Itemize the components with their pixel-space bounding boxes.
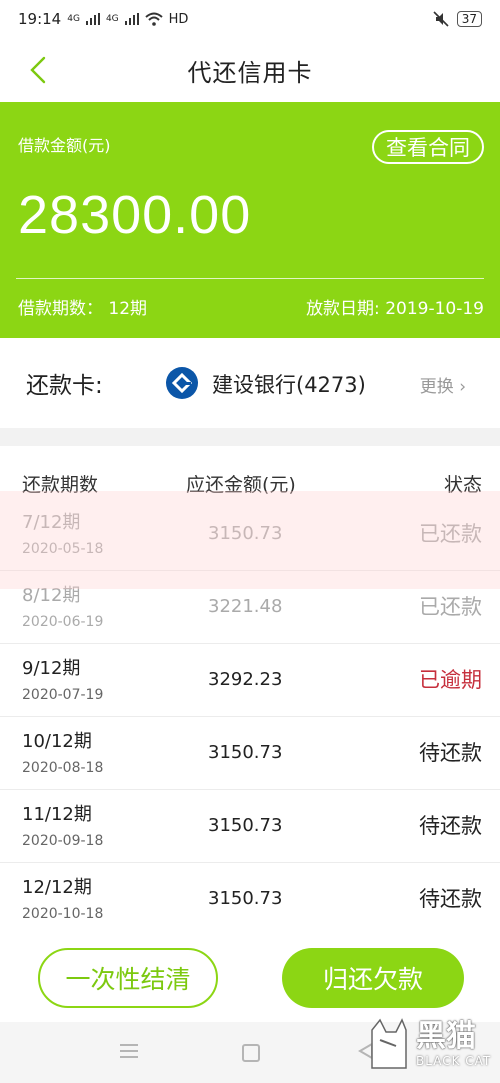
- cat-logo-icon: [371, 1018, 407, 1069]
- repayment-schedule: 还款期数 应还金额(元) 状态 7/12期 2020-05-18 3150.73…: [0, 446, 500, 936]
- loan-amount: 28300.00: [18, 185, 252, 245]
- bank-name: 建设银行(4273): [212, 373, 366, 397]
- header-amount: 应还金额(元): [186, 474, 296, 496]
- wifi-icon: [144, 12, 163, 26]
- table-row[interactable]: 10/12期 2020-08-18 3150.73 待还款: [0, 717, 500, 790]
- signal-icon: [85, 13, 100, 25]
- row-status: 待还款: [419, 814, 482, 838]
- watermark-cn: 黑猫: [416, 1019, 476, 1054]
- bottom-action-bar: 一次性结清 归还欠款: [0, 932, 500, 1022]
- row-date: 2020-09-18: [22, 833, 104, 849]
- chevron-left-icon: [30, 56, 46, 84]
- header-status: 状态: [443, 474, 482, 496]
- status-time: 19:14: [18, 10, 62, 28]
- back-button[interactable]: [20, 52, 56, 88]
- repay-button[interactable]: 归还欠款: [282, 948, 464, 1008]
- row-period: 8/12期: [22, 585, 81, 606]
- watermark-en: BLACK CAT: [416, 1054, 492, 1068]
- row-date: 2020-06-19: [22, 614, 104, 630]
- view-contract-button[interactable]: 查看合同: [372, 130, 484, 164]
- table-row[interactable]: 7/12期 2020-05-18 3150.73 已还款: [0, 498, 500, 571]
- system-nav-bar: 黑猫 BLACK CAT: [0, 1018, 500, 1083]
- row-date: 2020-05-18: [22, 541, 104, 557]
- nav-bar: 代还信用卡: [0, 38, 500, 102]
- change-card-link[interactable]: 更换 ›: [420, 372, 466, 397]
- row-amount: 3292.23: [208, 669, 283, 690]
- row-date: 2020-08-18: [22, 760, 104, 776]
- row-period: 11/12期: [22, 804, 92, 825]
- loan-divider: [16, 278, 484, 279]
- row-date: 2020-10-18: [22, 906, 104, 922]
- network-4g-label: 4G: [67, 14, 80, 24]
- row-status: 已还款: [419, 522, 482, 546]
- row-status-overdue: 已逾期: [419, 668, 482, 692]
- row-amount: 3150.73: [208, 742, 283, 763]
- settle-all-button[interactable]: 一次性结清: [38, 948, 218, 1008]
- row-amount: 3221.48: [208, 596, 283, 617]
- row-status: 待还款: [419, 741, 482, 765]
- table-row[interactable]: 8/12期 2020-06-19 3221.48 已还款: [0, 571, 500, 644]
- network-4g-label-2: 4G: [105, 14, 119, 24]
- row-amount: 3150.73: [208, 523, 283, 544]
- row-date: 2020-07-19: [22, 687, 104, 703]
- mute-icon: [433, 11, 449, 27]
- status-left: 19:14 4G 4G HD: [18, 10, 188, 28]
- home-icon[interactable]: [242, 1044, 260, 1062]
- loan-summary-card: 借款金额(元) 查看合同 28300.00 借款期数： 12期 放款日期: 20…: [0, 102, 500, 338]
- page-title: 代还信用卡: [187, 58, 313, 87]
- loan-amount-label: 借款金额(元): [18, 136, 111, 155]
- table-row[interactable]: 12/12期 2020-10-18 3150.73 待还款: [0, 863, 500, 936]
- signal-icon-2: [124, 13, 139, 25]
- row-period: 7/12期: [22, 512, 81, 533]
- ccb-bank-logo-icon: [166, 367, 198, 399]
- row-period: 9/12期: [22, 658, 81, 679]
- header-period: 还款期数: [22, 474, 99, 496]
- row-amount: 3150.73: [208, 815, 283, 836]
- watermark-text: 黑猫 BLACK CAT: [416, 1019, 492, 1069]
- status-bar: 19:14 4G 4G HD 37: [0, 0, 500, 38]
- repayment-card-row: 还款卡: 建设银行(4273) 更换 ›: [0, 338, 500, 428]
- black-cat-watermark: 黑猫 BLACK CAT: [366, 1011, 494, 1077]
- status-right: 37: [433, 11, 482, 27]
- menu-icon[interactable]: [120, 1044, 138, 1058]
- table-row[interactable]: 11/12期 2020-09-18 3150.73 待还款: [0, 790, 500, 863]
- row-status: 已还款: [419, 595, 482, 619]
- row-status: 待还款: [419, 887, 482, 911]
- loan-term: 借款期数： 12期: [18, 299, 148, 319]
- hd-label: HD: [168, 11, 189, 27]
- row-period: 10/12期: [22, 731, 92, 752]
- battery-icon: 37: [456, 11, 482, 27]
- repayment-card-label: 还款卡:: [26, 373, 103, 399]
- row-amount: 3150.73: [208, 888, 283, 909]
- loan-release-date: 放款日期: 2019-10-19: [306, 299, 484, 319]
- row-period: 12/12期: [22, 877, 92, 898]
- table-row[interactable]: 9/12期 2020-07-19 3292.23 已逾期: [0, 644, 500, 717]
